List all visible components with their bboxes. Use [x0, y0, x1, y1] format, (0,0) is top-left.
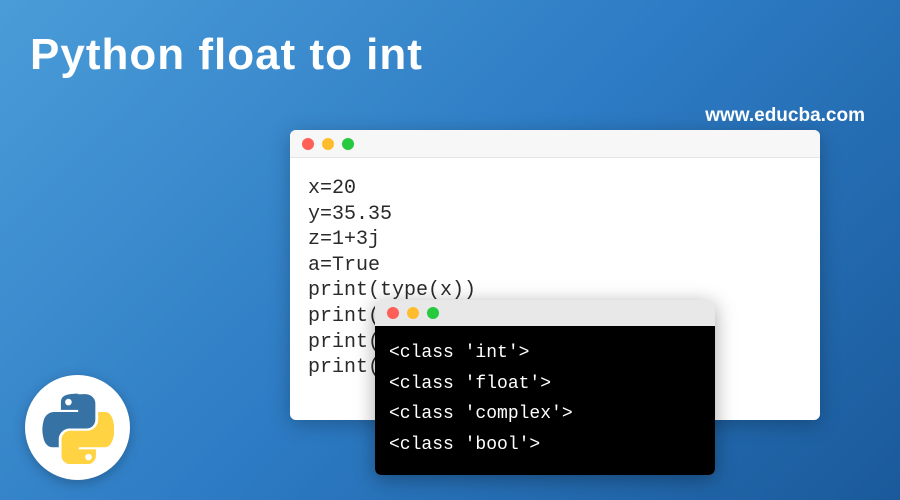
close-icon	[302, 138, 314, 150]
website-url: www.educba.com	[705, 105, 865, 127]
page-title: Python float to int	[30, 30, 423, 80]
code-window-header	[290, 130, 820, 158]
minimize-icon	[407, 307, 419, 319]
code-line: a=True	[308, 253, 802, 279]
maximize-icon	[342, 138, 354, 150]
terminal-content: <class 'int'> <class 'float'> <class 'co…	[375, 326, 715, 475]
code-line: x=20	[308, 176, 802, 202]
python-logo-icon	[25, 375, 130, 480]
terminal-window: <class 'int'> <class 'float'> <class 'co…	[375, 300, 715, 475]
maximize-icon	[427, 307, 439, 319]
terminal-line: <class 'float'>	[389, 369, 701, 400]
terminal-window-header	[375, 300, 715, 326]
minimize-icon	[322, 138, 334, 150]
code-line: y=35.35	[308, 202, 802, 228]
terminal-line: <class 'int'>	[389, 338, 701, 369]
terminal-line: <class 'bool'>	[389, 430, 701, 461]
close-icon	[387, 307, 399, 319]
code-line: z=1+3j	[308, 227, 802, 253]
terminal-line: <class 'complex'>	[389, 399, 701, 430]
